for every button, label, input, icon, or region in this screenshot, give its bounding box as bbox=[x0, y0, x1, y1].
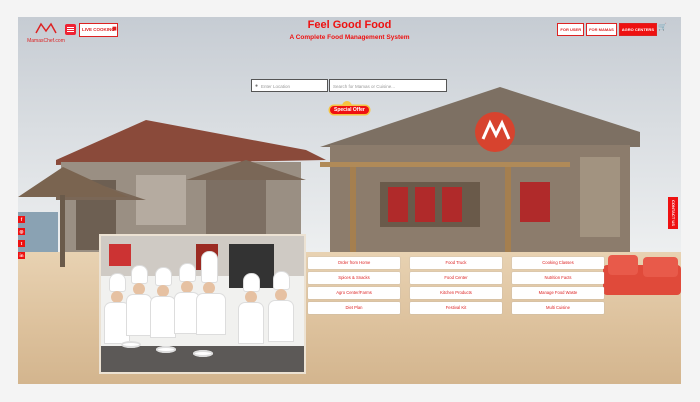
service-food-center[interactable]: Food Center bbox=[410, 272, 502, 284]
for-user-button[interactable]: FOR USER bbox=[557, 23, 585, 36]
agro-centers-button[interactable]: AGRO CENTERS bbox=[618, 23, 657, 36]
search-input[interactable]: Search for Mamas or Cuisine... bbox=[329, 79, 447, 92]
service-food-truck[interactable]: Food Truck bbox=[410, 257, 502, 269]
service-spices-snacks[interactable]: Spices & Snacks bbox=[308, 272, 400, 284]
location-pin-icon: ● bbox=[255, 83, 259, 89]
chefs-photo bbox=[99, 234, 306, 374]
service-festival-kit[interactable]: Festival Kit bbox=[410, 302, 502, 314]
top-right-nav: FOR USER FOR MAMAS AGRO CENTERS bbox=[557, 23, 657, 36]
service-multi-cuisine[interactable]: Multi Cuisine bbox=[512, 302, 604, 314]
sofa-image bbox=[603, 255, 681, 295]
landing-page: MamasChef.com LIVE COOKING ■ Feel Good F… bbox=[18, 17, 681, 384]
location-placeholder: Enter Location bbox=[261, 84, 291, 89]
right-shack-image bbox=[320, 87, 640, 277]
service-kitchen-products[interactable]: Kitchen Products bbox=[410, 287, 502, 299]
cart-icon[interactable]: 🛒 bbox=[658, 23, 667, 31]
facebook-icon[interactable]: f bbox=[18, 216, 25, 223]
service-diet-plan[interactable]: Diet Plan bbox=[308, 302, 400, 314]
twitter-icon[interactable]: t bbox=[18, 240, 25, 247]
special-offer-badge[interactable]: Special Offer bbox=[330, 101, 369, 114]
service-order-from-home[interactable]: Order from Home bbox=[308, 257, 400, 269]
location-input[interactable]: ● Enter Location bbox=[251, 79, 328, 92]
for-mamas-button[interactable]: FOR MAMAS bbox=[586, 23, 617, 36]
linkedin-icon[interactable]: in bbox=[18, 252, 25, 259]
service-manage-food-waste[interactable]: Manage Food Waste bbox=[512, 287, 604, 299]
service-cooking-classes[interactable]: Cooking Classes bbox=[512, 257, 604, 269]
contact-us-tab[interactable]: CONTACT US bbox=[668, 197, 678, 229]
instagram-icon[interactable]: ◎ bbox=[18, 228, 25, 235]
service-nutrition-facts[interactable]: Nutrition Facts bbox=[512, 272, 604, 284]
service-agro-center-farms[interactable]: Agro Center/Farms bbox=[308, 287, 400, 299]
